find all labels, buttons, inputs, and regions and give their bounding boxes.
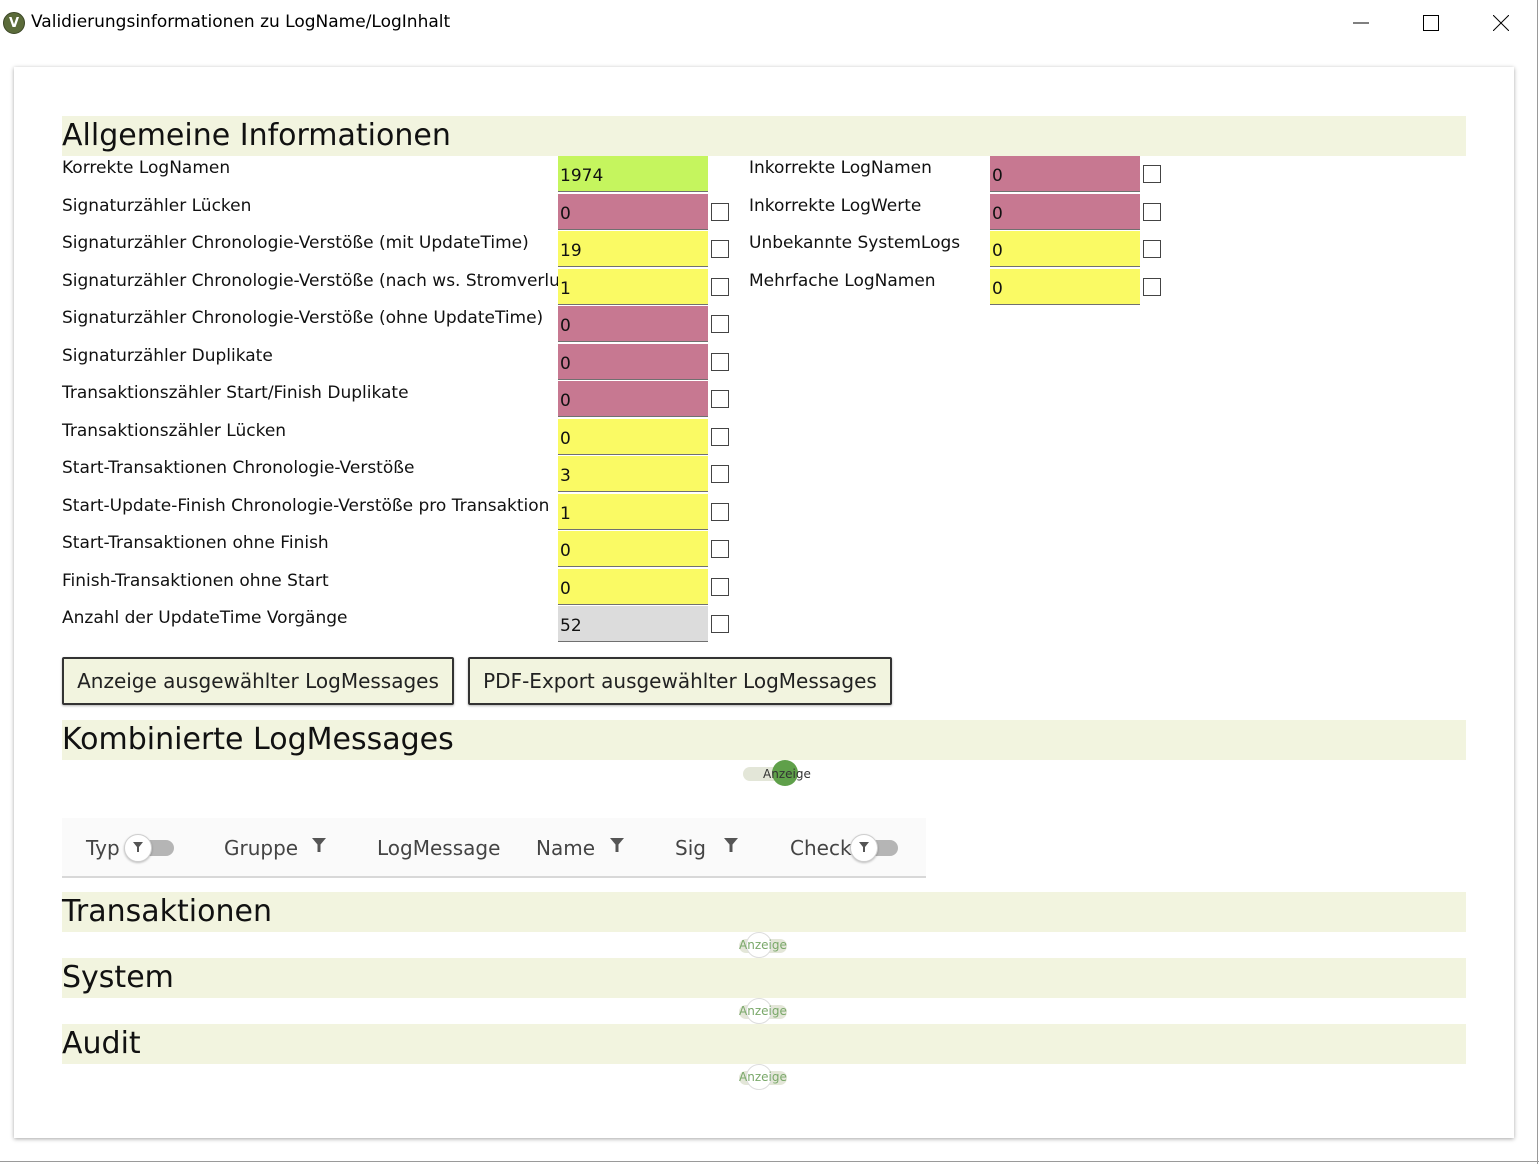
- info-label: Inkorrekte LogWerte: [749, 196, 922, 216]
- section-title-general: Allgemeine Informationen: [62, 118, 451, 153]
- info-value-field: 52: [558, 606, 708, 642]
- info-label: Start-Transaktionen Chronologie-Verstöße: [62, 458, 415, 478]
- info-label: Transaktionszähler Lücken: [62, 421, 287, 441]
- info-checkbox[interactable]: [711, 240, 729, 258]
- info-label: Finish-Transaktionen ohne Start: [62, 571, 329, 591]
- info-checkbox[interactable]: [711, 315, 729, 333]
- info-checkbox[interactable]: [711, 390, 729, 408]
- info-checkbox[interactable]: [711, 540, 729, 558]
- window-border: [1537, 0, 1538, 1164]
- table-header: Typ Gruppe LogMessage Name Sig Check: [62, 818, 926, 878]
- info-checkbox[interactable]: [711, 278, 729, 296]
- column-header-gruppe[interactable]: Gruppe: [224, 836, 298, 860]
- title-bar: V Validierungsinformationen zu LogName/L…: [0, 0, 1539, 46]
- info-label: Signaturzähler Lücken: [62, 196, 252, 216]
- info-value-field: 0: [558, 419, 708, 455]
- section-general: Allgemeine Informationen: [62, 116, 1466, 156]
- column-header-name[interactable]: Name: [536, 836, 595, 860]
- maximize-button[interactable]: [1408, 0, 1454, 46]
- info-value-field: 0: [558, 531, 708, 567]
- info-value-field: 0: [990, 194, 1140, 230]
- column-header-check[interactable]: Check: [790, 836, 852, 860]
- pdf-export-button[interactable]: PDF-Export ausgewählter LogMessages: [468, 657, 892, 705]
- filter-icon: [859, 842, 869, 852]
- info-label: Korrekte LogNamen: [62, 158, 231, 178]
- info-checkbox[interactable]: [711, 578, 729, 596]
- maximize-icon: [1423, 15, 1439, 31]
- system-toggle-label: Anzeige: [739, 1004, 787, 1018]
- section-title-combined: Kombinierte LogMessages: [62, 722, 454, 757]
- audit-toggle-label: Anzeige: [739, 1070, 787, 1084]
- section-combined: Kombinierte LogMessages: [62, 720, 1466, 760]
- info-label: Transaktionszähler Start/Finish Duplikat…: [62, 383, 409, 403]
- info-value-field: 0: [558, 194, 708, 230]
- info-value-field: 19: [558, 231, 708, 267]
- show-selected-button[interactable]: Anzeige ausgewählter LogMessages: [62, 657, 454, 705]
- info-value-field: 0: [990, 156, 1140, 192]
- info-checkbox[interactable]: [1143, 240, 1161, 258]
- window-border-bottom: [0, 1161, 1539, 1162]
- info-label: Signaturzähler Chronologie-Verstöße (ohn…: [62, 308, 544, 328]
- gruppe-filter-icon[interactable]: [312, 838, 326, 852]
- section-title-system: System: [62, 960, 174, 995]
- close-icon: [1493, 15, 1509, 31]
- info-checkbox[interactable]: [1143, 203, 1161, 221]
- name-filter-icon[interactable]: [610, 838, 624, 852]
- minimize-icon: [1353, 22, 1369, 24]
- info-value-field: 0: [990, 269, 1140, 305]
- info-label: Start-Update-Finish Chronologie-Verstöße…: [62, 496, 550, 516]
- info-value-field: 0: [558, 569, 708, 605]
- column-header-typ[interactable]: Typ: [86, 836, 120, 860]
- info-label: Unbekannte SystemLogs: [749, 233, 961, 253]
- section-title-audit: Audit: [62, 1026, 141, 1061]
- section-system: System: [62, 958, 1466, 998]
- info-checkbox[interactable]: [711, 203, 729, 221]
- window-title: Validierungsinformationen zu LogName/Log…: [31, 12, 451, 32]
- info-value-field: 0: [558, 381, 708, 417]
- info-checkbox[interactable]: [711, 465, 729, 483]
- section-title-transaktionen: Transaktionen: [62, 894, 272, 929]
- column-header-logmessage[interactable]: LogMessage: [377, 836, 500, 860]
- minimize-button[interactable]: [1338, 0, 1384, 46]
- info-checkbox[interactable]: [711, 503, 729, 521]
- section-audit: Audit: [62, 1024, 1466, 1064]
- combined-toggle-label: Anzeige: [763, 767, 811, 781]
- info-value-field: 1974: [558, 156, 708, 192]
- info-value-field: 1: [558, 269, 708, 305]
- info-checkbox[interactable]: [711, 353, 729, 371]
- column-header-sig[interactable]: Sig: [675, 836, 706, 860]
- info-checkbox[interactable]: [1143, 165, 1161, 183]
- sig-filter-icon[interactable]: [724, 838, 738, 852]
- transaktionen-toggle-label: Anzeige: [739, 938, 787, 952]
- filter-icon: [133, 842, 143, 852]
- info-label: Start-Transaktionen ohne Finish: [62, 533, 329, 553]
- app-icon: V: [3, 12, 25, 34]
- section-transaktionen: Transaktionen: [62, 892, 1466, 932]
- info-checkbox[interactable]: [711, 615, 729, 633]
- info-label: Signaturzähler Chronologie-Verstöße (nac…: [62, 271, 583, 291]
- info-label: Signaturzähler Chronologie-Verstöße (mit…: [62, 233, 529, 253]
- info-label: Anzahl der UpdateTime Vorgänge: [62, 608, 348, 628]
- info-checkbox[interactable]: [1143, 278, 1161, 296]
- info-value-field: 0: [990, 231, 1140, 267]
- info-value-field: 3: [558, 456, 708, 492]
- info-label: Mehrfache LogNamen: [749, 271, 936, 291]
- info-checkbox[interactable]: [711, 428, 729, 446]
- info-value-field: 0: [558, 306, 708, 342]
- close-button[interactable]: [1478, 0, 1524, 46]
- info-label: Signaturzähler Duplikate: [62, 346, 273, 366]
- info-value-field: 0: [558, 344, 708, 380]
- info-label: Inkorrekte LogNamen: [749, 158, 932, 178]
- info-value-field: 1: [558, 494, 708, 530]
